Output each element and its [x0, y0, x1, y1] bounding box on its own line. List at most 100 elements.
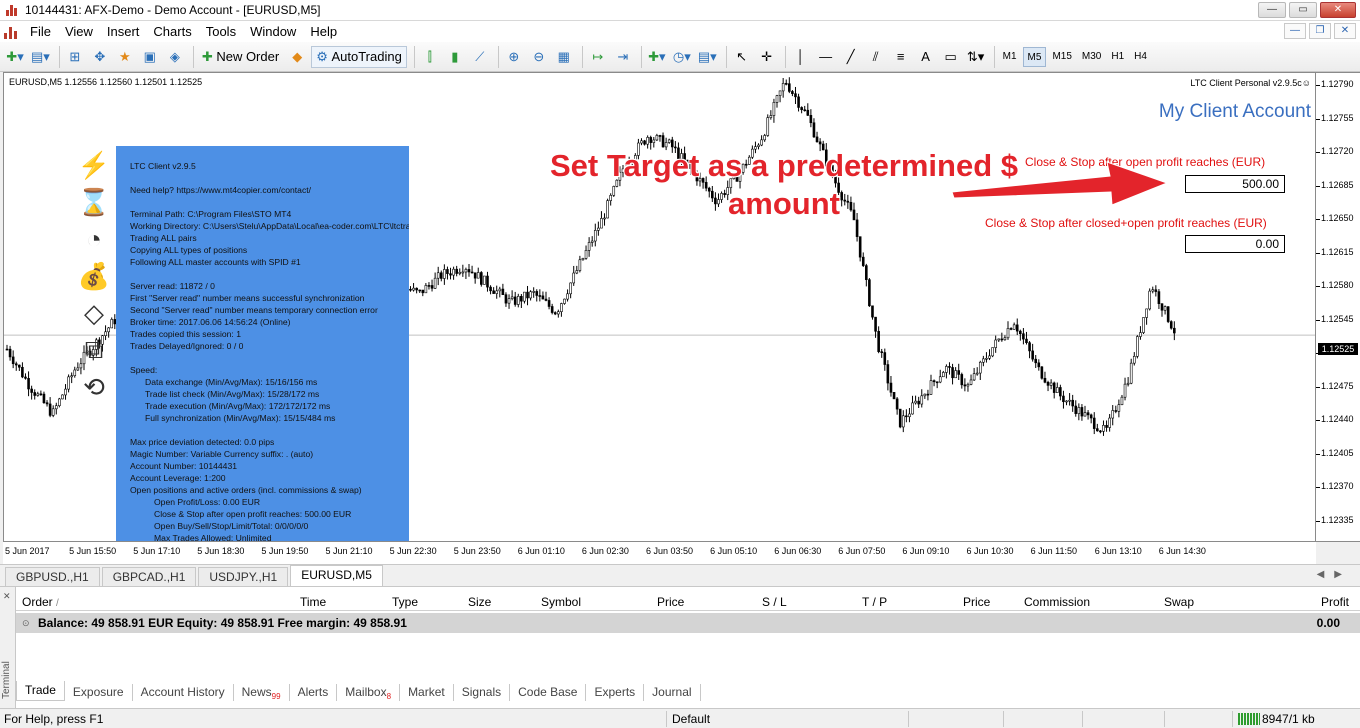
tab-mailbox[interactable]: Mailbox8 [337, 684, 401, 701]
tab-exposure[interactable]: Exposure [65, 684, 133, 701]
crosshair-icon[interactable]: ✛ [756, 46, 778, 68]
status-help: For Help, press F1 [4, 712, 104, 726]
vertical-line-icon[interactable]: │ [790, 46, 812, 68]
col-commission[interactable]: Commission [1024, 595, 1090, 609]
tab-signals[interactable]: Signals [454, 684, 511, 701]
col-sl[interactable]: S / L [762, 595, 787, 609]
terminal-icon[interactable]: ▣ [139, 46, 161, 68]
fibonacci-icon[interactable]: ≡ [890, 46, 912, 68]
tab-account-history[interactable]: Account History [133, 684, 234, 701]
navigator-icon[interactable]: ★ [114, 46, 136, 68]
col-symbol[interactable]: Symbol [541, 595, 581, 609]
candlestick-icon[interactable]: ▮ [444, 46, 466, 68]
col-tp[interactable]: T / P [862, 595, 887, 609]
ltc-info-panel: LTC Client v2.9.5 Need help? https://www.… [116, 146, 409, 541]
help-diamond-icon: ◇ [84, 297, 104, 328]
maximize-button[interactable]: ▭ [1289, 2, 1317, 18]
new-chart-icon[interactable]: ✚ ▾ [4, 46, 26, 68]
horizontal-line-icon[interactable]: — [815, 46, 837, 68]
autotrading-button[interactable]: ⚙ AutoTrading [311, 45, 407, 68]
balance-profit: 0.00 [1316, 616, 1340, 630]
minimize-button[interactable]: — [1258, 2, 1286, 18]
menu-view[interactable]: View [58, 21, 100, 42]
price-label: 1.12755 [1321, 112, 1354, 123]
text-icon[interactable]: A [915, 46, 937, 68]
menu-charts[interactable]: Charts [146, 21, 198, 42]
col-price-current[interactable]: Price [963, 595, 990, 609]
tab-journal[interactable]: Journal [644, 684, 701, 701]
chart-window-icon[interactable] [3, 25, 19, 39]
menu-help[interactable]: Help [303, 21, 344, 42]
zoom-in-icon[interactable]: ⊕ [503, 46, 525, 68]
timeframe-m1[interactable]: M1 [999, 47, 1021, 67]
autotrading-icon: ⚙ [316, 48, 332, 64]
templates-icon[interactable]: ▤▾ [696, 46, 719, 68]
tab-gbpusd-h1[interactable]: GBPUSD.,H1 [5, 567, 100, 586]
chart-minimize-button[interactable]: — [1284, 23, 1306, 39]
menu-insert[interactable]: Insert [100, 21, 147, 42]
title-bar: 10144431: AFX-Demo - Demo Account - [EUR… [0, 0, 1360, 21]
terminal-close-icon[interactable]: ✕ [3, 591, 11, 602]
col-order[interactable]: Order / [22, 595, 59, 609]
chart-shift-icon[interactable]: ⇥ [612, 46, 634, 68]
timeframe-m15[interactable]: M15 [1048, 47, 1075, 67]
periods-icon[interactable]: ◷▾ [671, 46, 693, 68]
tab-gbpcad-h1[interactable]: GBPCAD.,H1 [101, 567, 197, 586]
tab-usdjpy-h1[interactable]: USDJPY.,H1 [198, 567, 289, 586]
data-window-icon[interactable]: ✥ [89, 46, 111, 68]
zoom-out-icon[interactable]: ⊖ [528, 46, 550, 68]
ltc-panel-line [130, 352, 395, 364]
tab-code-base[interactable]: Code Base [510, 684, 587, 701]
col-swap[interactable]: Swap [1164, 595, 1194, 609]
metaeditor-icon[interactable]: ◆ [286, 46, 308, 68]
connection-status-icon[interactable] [1238, 713, 1260, 725]
timeframe-h1[interactable]: H1 [1107, 47, 1128, 67]
timeframe-m30[interactable]: M30 [1078, 47, 1105, 67]
timeframe-h4[interactable]: H4 [1130, 47, 1151, 67]
ltc-panel-line: Working Directory: C:\Users\Stelu\AppDat… [130, 221, 409, 231]
market-watch-icon[interactable]: ⊞ [64, 46, 86, 68]
menu-file[interactable]: File [23, 21, 58, 42]
price-label: 1.12650 [1321, 213, 1354, 223]
channel-icon[interactable]: ⫽ [865, 46, 887, 68]
indicators-icon[interactable]: ✚ ▾ [646, 46, 668, 68]
col-type[interactable]: Type [392, 595, 418, 609]
arrows-icon[interactable]: ⇅▾ [965, 46, 987, 68]
close-window-button[interactable]: ✕ [1320, 2, 1356, 18]
autoscroll-icon[interactable]: ↦ [587, 46, 609, 68]
ltc-panel-line: Copying ALL types of positions [130, 245, 248, 255]
tab-scroll-arrows[interactable]: ◀▶ [1317, 569, 1352, 580]
col-profit[interactable]: Profit [1321, 595, 1349, 609]
timeframe-m5[interactable]: M5 [1022, 46, 1047, 67]
col-size[interactable]: Size [468, 595, 491, 609]
col-time[interactable]: Time [300, 595, 326, 609]
tab-experts[interactable]: Experts [586, 684, 645, 701]
price-chart[interactable]: EURUSD,M5 1.12556 1.12560 1.12501 1.1252… [3, 72, 1316, 542]
menu-window[interactable]: Window [243, 21, 303, 42]
price-tick [1316, 420, 1320, 421]
chart-restore-button[interactable]: ❐ [1309, 23, 1331, 39]
strategy-tester-icon[interactable]: ◈ [164, 46, 186, 68]
new-order-button[interactable]: ✚ New Order [198, 46, 283, 68]
trendline-icon[interactable]: ╱ [840, 46, 862, 68]
bar-chart-icon[interactable]: ⫿ [419, 46, 441, 68]
tab-eurusd-m5[interactable]: EURUSD,M5 [290, 565, 383, 586]
price-label: 1.12335 [1321, 514, 1354, 525]
line-chart-icon[interactable]: ⟋ [469, 46, 491, 68]
price-label: 1.12720 [1321, 146, 1354, 156]
tab-alerts[interactable]: Alerts [290, 684, 338, 701]
ltc-panel-line: Trading ALL pairs [130, 233, 197, 243]
menu-tools[interactable]: Tools [199, 21, 243, 42]
tab-trade[interactable]: Trade [16, 681, 65, 701]
text-label-icon[interactable]: ▭ [940, 46, 962, 68]
chart-close-button[interactable]: ✕ [1334, 23, 1356, 39]
tab-news[interactable]: News99 [234, 684, 290, 701]
terminal-tabs: Trade Exposure Account History News99 Al… [16, 681, 701, 701]
cursor-icon[interactable]: ↖ [731, 46, 753, 68]
col-price[interactable]: Price [657, 595, 684, 609]
price-label: 1.12405 [1321, 447, 1354, 458]
balance-row[interactable]: ⊙ Balance: 49 858.91 EUR Equity: 49 858.… [16, 613, 1360, 633]
tab-market[interactable]: Market [400, 684, 454, 701]
profiles-icon[interactable]: ▤▾ [29, 46, 52, 68]
tile-windows-icon[interactable]: ▦ [553, 46, 575, 68]
